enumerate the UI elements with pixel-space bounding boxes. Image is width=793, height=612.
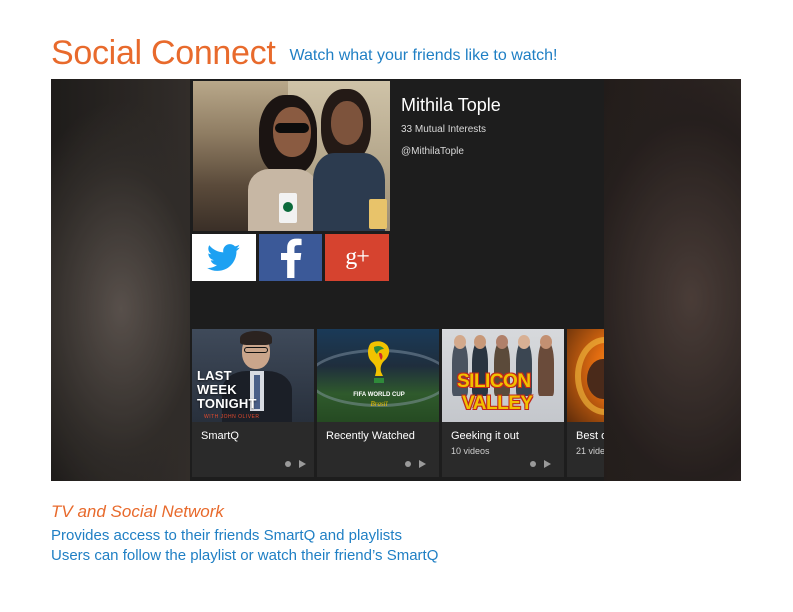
profile-name: Mithila Tople bbox=[401, 95, 501, 115]
profile-photo[interactable] bbox=[193, 81, 390, 231]
google-plus-button[interactable]: g+ bbox=[325, 234, 389, 281]
play-icon[interactable] bbox=[299, 460, 306, 468]
description-line-1: Provides access to their friends SmartQ … bbox=[51, 527, 402, 544]
play-icon[interactable] bbox=[419, 460, 426, 468]
shelf-recently-watched[interactable]: FIFA WORLD CUP Brasil Recently Watched bbox=[317, 329, 439, 477]
tv-screen: Mithila Tople 33 Mutual Interests @Mithi… bbox=[51, 79, 741, 481]
show-logo: LAST WEEK TONIGHT bbox=[197, 368, 257, 411]
silicon-valley-logo-line2: VALLEY bbox=[462, 393, 533, 414]
shelf-geeking-it-out[interactable]: SILICON VALLEY Geeking it out 10 videos bbox=[442, 329, 564, 477]
silicon-valley-logo-line1: SILICON bbox=[457, 371, 531, 392]
thumbnail-fifa-world-cup: FIFA WORLD CUP Brasil bbox=[317, 329, 439, 422]
shelf-best[interactable]: Best o 21 vide bbox=[567, 329, 604, 477]
more-dot-icon[interactable] bbox=[285, 461, 291, 467]
twitter-icon bbox=[207, 243, 241, 271]
page-title: Social Connect bbox=[51, 34, 276, 72]
profile-mutual-interests: 33 Mutual Interests bbox=[401, 124, 487, 135]
google-plus-icon: g+ bbox=[345, 244, 370, 270]
description-line-2: Users can follow the playlist or watch t… bbox=[51, 547, 439, 564]
page-tagline: Watch what your friends like to watch! bbox=[289, 47, 558, 64]
thumbnail-last-week-tonight: LAST WEEK TONIGHT WITH JOHN OLIVER bbox=[192, 329, 314, 422]
thumbnail-best bbox=[567, 329, 604, 422]
fifa-logo-text: FIFA WORLD CUP bbox=[353, 392, 405, 398]
shelf-video-count: 10 videos bbox=[451, 446, 490, 456]
world-cup-trophy-icon bbox=[368, 341, 390, 383]
show-logo-sub: WITH JOHN OLIVER bbox=[204, 414, 260, 420]
twitter-button[interactable] bbox=[192, 234, 256, 281]
more-dot-icon[interactable] bbox=[530, 461, 536, 467]
profile-handle: @MithilaTople bbox=[401, 146, 464, 157]
shelf-label: Best o bbox=[576, 430, 604, 442]
thumbnail-silicon-valley: SILICON VALLEY bbox=[442, 329, 564, 422]
shelf-label: Recently Watched bbox=[326, 430, 415, 442]
social-panel: Mithila Tople 33 Mutual Interests @Mithi… bbox=[190, 79, 604, 481]
section-title: TV and Social Network bbox=[51, 502, 224, 521]
play-icon[interactable] bbox=[544, 460, 551, 468]
header: Social Connect Watch what your friends l… bbox=[51, 34, 557, 73]
facebook-icon bbox=[280, 238, 302, 278]
shelf-video-count: 21 vide bbox=[576, 446, 604, 456]
shelf-label: Geeking it out bbox=[451, 430, 519, 442]
more-dot-icon[interactable] bbox=[405, 461, 411, 467]
facebook-button[interactable] bbox=[259, 234, 322, 281]
shelf-label: SmartQ bbox=[201, 430, 239, 442]
fifa-logo-sub: Brasil bbox=[370, 400, 388, 408]
shelf-smartq[interactable]: LAST WEEK TONIGHT WITH JOHN OLIVER Smart… bbox=[192, 329, 314, 477]
